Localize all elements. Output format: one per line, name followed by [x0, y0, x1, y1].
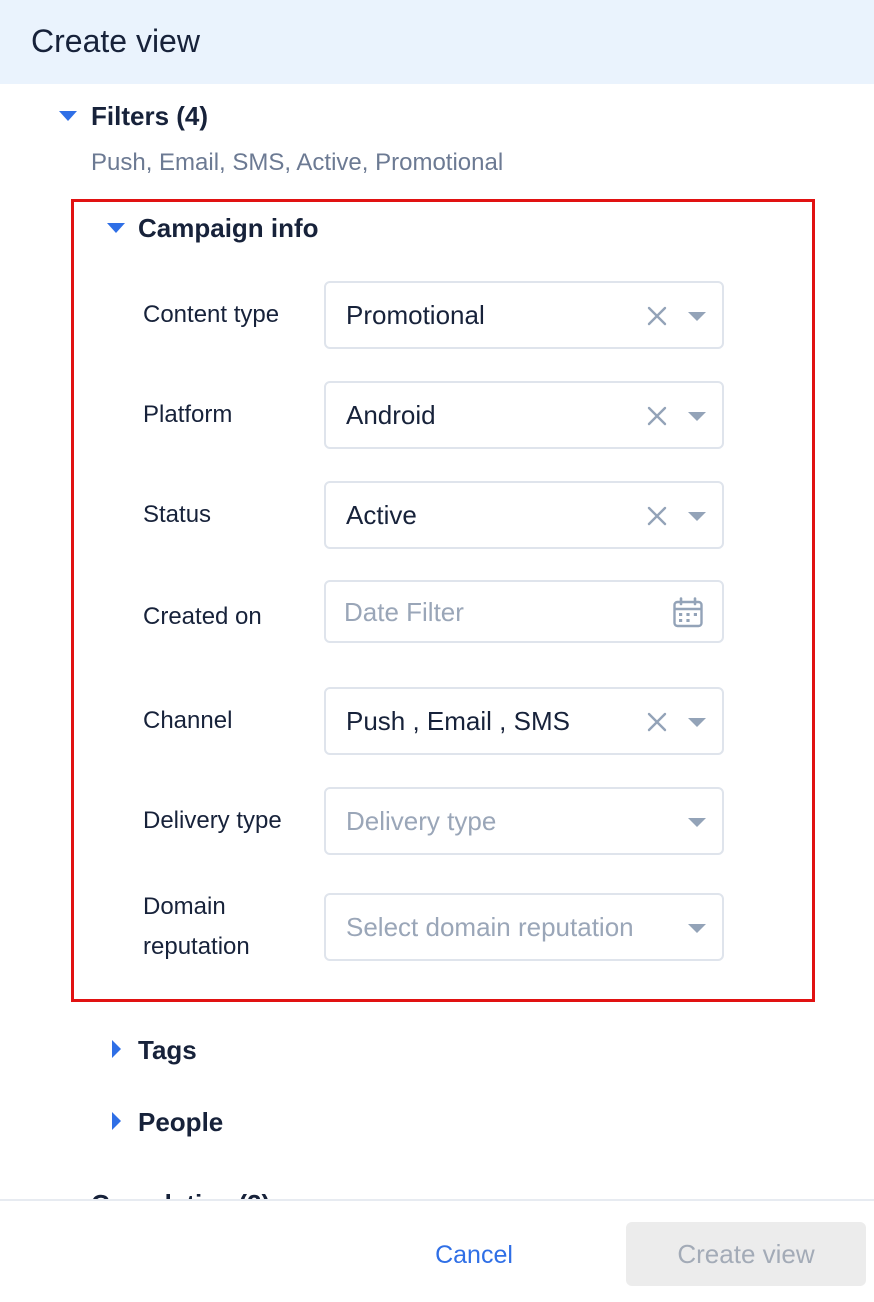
calendar-icon[interactable] — [672, 597, 704, 629]
create-view-button[interactable]: Create view — [626, 1222, 866, 1286]
clear-icon[interactable] — [646, 505, 668, 527]
created-on-placeholder: Date Filter — [344, 597, 464, 627]
created-on-label: Created on — [143, 603, 262, 630]
channel-select[interactable]: Push , Email , SMS — [324, 687, 724, 755]
dropdown-arrow-icon[interactable] — [688, 924, 706, 933]
content-type-value: Promotional — [346, 300, 485, 330]
cancel-button[interactable]: Cancel — [404, 1224, 544, 1286]
filters-summary: Push, Email, SMS, Active, Promotional — [91, 149, 504, 176]
dropdown-arrow-icon[interactable] — [688, 818, 706, 827]
clear-icon[interactable] — [646, 305, 668, 327]
people-title[interactable]: People — [138, 1106, 223, 1138]
tags-expand-icon[interactable] — [112, 1040, 121, 1058]
platform-value: Android — [346, 400, 436, 430]
campaign-info-collapse-icon[interactable] — [107, 223, 125, 233]
status-value: Active — [346, 500, 417, 530]
campaign-info-title[interactable]: Campaign info — [138, 212, 319, 244]
status-select[interactable]: Active — [324, 481, 724, 549]
platform-select[interactable]: Android — [324, 381, 724, 449]
tags-title[interactable]: Tags — [138, 1034, 197, 1066]
clear-icon[interactable] — [646, 405, 668, 427]
people-expand-icon[interactable] — [112, 1112, 121, 1130]
platform-label: Platform — [143, 401, 233, 428]
delivery-type-select[interactable]: Delivery type — [324, 787, 724, 855]
footer-divider — [0, 1199, 874, 1201]
channel-label: Channel — [143, 707, 233, 734]
dropdown-arrow-icon[interactable] — [688, 512, 706, 521]
filters-collapse-icon[interactable] — [59, 111, 77, 121]
domain-reputation-select[interactable]: Select domain reputation — [324, 893, 724, 961]
dropdown-arrow-icon[interactable] — [688, 312, 706, 321]
dropdown-arrow-icon[interactable] — [688, 412, 706, 421]
clear-icon[interactable] — [646, 711, 668, 733]
delivery-type-label: Delivery type — [143, 807, 282, 834]
status-label: Status — [143, 501, 212, 528]
dropdown-arrow-icon[interactable] — [688, 718, 706, 727]
dialog-title: Create view — [31, 23, 200, 59]
content-type-label: Content type — [143, 301, 280, 328]
domain-reputation-placeholder: Select domain reputation — [346, 912, 634, 942]
dialog-header: Create view — [0, 0, 874, 84]
domain-reputation-label: Domain reputation — [143, 893, 250, 960]
channel-value: Push , Email , SMS — [346, 706, 570, 736]
content-type-select[interactable]: Promotional — [324, 281, 724, 349]
created-on-date-field[interactable]: Date Filter — [324, 580, 724, 643]
delivery-type-placeholder: Delivery type — [346, 806, 497, 836]
filters-title[interactable]: Filters (4) — [91, 100, 208, 132]
